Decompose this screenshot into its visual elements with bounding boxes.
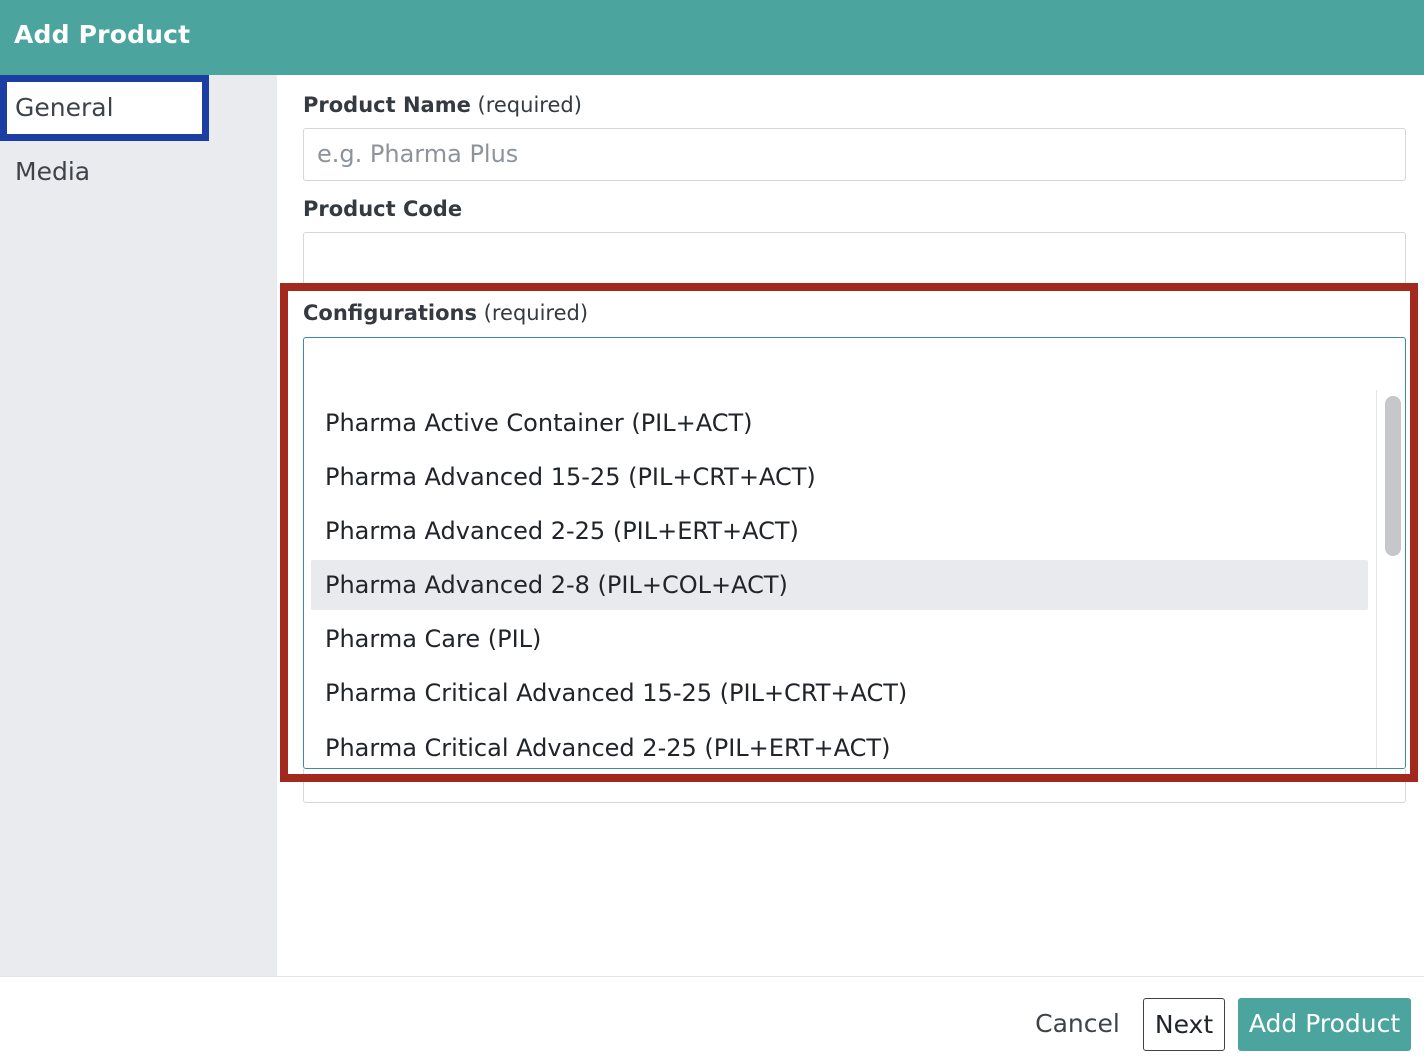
product-name-label-text: Product Name	[303, 93, 471, 117]
sidebar-item-general[interactable]: General	[0, 75, 209, 141]
product-code-label-text: Product Code	[303, 197, 463, 221]
modal-footer: Cancel Next Add Product	[0, 976, 1424, 1060]
sidebar-item-media[interactable]: Media	[0, 139, 209, 205]
modal-header: Add Product	[0, 0, 1424, 75]
cancel-button[interactable]: Cancel	[1030, 998, 1125, 1051]
product-name-input[interactable]: e.g. Pharma Plus	[303, 128, 1406, 181]
next-button[interactable]: Next	[1143, 998, 1225, 1051]
add-product-button[interactable]: Add Product	[1238, 998, 1411, 1051]
product-name-required-text: (required)	[477, 93, 582, 117]
modal-title: Add Product	[14, 20, 191, 49]
configuration-option[interactable]: Pharma Advanced 2-25 (PIL+ERT+ACT)	[311, 506, 1368, 556]
product-name-label: Product Name (required)	[303, 91, 582, 119]
sidebar: General Media	[0, 75, 277, 977]
configurations-field-bottom	[303, 769, 1406, 803]
product-code-label: Product Code	[303, 195, 462, 223]
configurations-label-text: Configurations	[303, 301, 477, 325]
configurations-required-text: (required)	[483, 301, 589, 325]
configuration-option-highlighted[interactable]: Pharma Advanced 2-8 (PIL+COL+ACT)	[311, 560, 1368, 610]
configuration-option[interactable]: Pharma Advanced 15-25 (PIL+CRT+ACT)	[311, 452, 1368, 502]
dropdown-scrollbar-thumb[interactable]	[1385, 396, 1401, 556]
configuration-option[interactable]: Pharma Critical Advanced 2-25 (PIL+ERT+A…	[311, 723, 1368, 768]
configurations-label: Configurations (required)	[303, 299, 588, 327]
form-panel: Product Name (required) e.g. Pharma Plus…	[277, 75, 1424, 977]
product-code-input[interactable]	[303, 232, 1406, 285]
dropdown-scrollbar[interactable]	[1376, 390, 1405, 768]
configurations-select[interactable]: Pharma Active Container (PIL+ACT) Pharma…	[303, 337, 1406, 769]
configuration-option[interactable]: Pharma Active Container (PIL+ACT)	[311, 398, 1368, 448]
configurations-dropdown-list: Pharma Active Container (PIL+ACT) Pharma…	[311, 390, 1368, 768]
configuration-option[interactable]: Pharma Care (PIL)	[311, 614, 1368, 664]
configuration-option[interactable]: Pharma Critical Advanced 15-25 (PIL+CRT+…	[311, 668, 1368, 718]
